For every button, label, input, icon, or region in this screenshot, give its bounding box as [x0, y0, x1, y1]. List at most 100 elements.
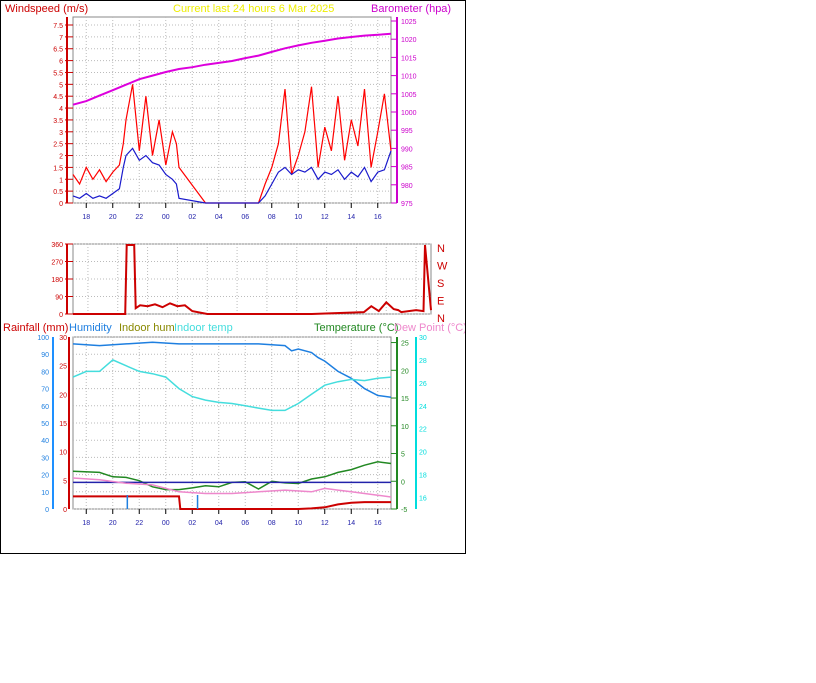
direction-tick-label: 0 — [59, 312, 63, 319]
temperature-tick-label: -5 — [401, 507, 407, 514]
windspeed-tick-label: 2 — [59, 154, 63, 161]
windspeed-tick-label: 2.5 — [53, 142, 63, 149]
weather-graph-panel: Windspeed (m/s) Current last 24 hours 6 … — [0, 0, 467, 554]
temperature-tick-label: 5 — [401, 452, 405, 459]
legend-dew-point: Dew Point (°C) — [394, 322, 465, 334]
indoor-temp-tick-label: 18 — [419, 473, 427, 480]
time-tick-label: 16 — [374, 214, 382, 221]
chart-title: Current last 24 hours 6 Mar 2025 — [173, 3, 334, 15]
barometer-tick-label: 1025 — [401, 19, 417, 26]
time-tick-label: 04 — [215, 520, 223, 527]
humidity-tick-label: 80 — [41, 369, 49, 376]
humidity-tick-label: 100 — [37, 335, 49, 342]
time-tick-label: 00 — [162, 520, 170, 527]
barometer-axis-title: Barometer (hpa) — [371, 3, 451, 15]
direction-tick-label: 270 — [51, 260, 63, 267]
time-tick-label: 10 — [294, 214, 302, 221]
indoor-temp-tick-label: 22 — [419, 427, 427, 434]
temperature-tick-label: 0 — [401, 479, 405, 486]
series-temperature-line — [72, 461, 392, 491]
indoor-temp-tick-label: 20 — [419, 450, 427, 457]
time-tick-label: 20 — [109, 214, 117, 221]
legend-indoor-temp: Indoor temp — [174, 322, 233, 334]
series-indoor-temp-line — [72, 359, 392, 412]
rainfall-tick-label: 10 — [59, 450, 67, 457]
time-tick-label: 22 — [135, 520, 143, 527]
rainfall-tick-label: 15 — [59, 421, 67, 428]
indoor-temp-tick-label: 28 — [419, 358, 427, 365]
windspeed-tick-label: 0 — [59, 201, 63, 208]
time-tick-label: 12 — [321, 520, 329, 527]
humidity-tick-label: 50 — [41, 421, 49, 428]
rainfall-tick-label: 25 — [59, 364, 67, 371]
temperature-tick-label: 15 — [401, 396, 409, 403]
windspeed-tick-label: 0.5 — [53, 189, 63, 196]
time-tick-label: 06 — [241, 520, 249, 527]
temperature-tick-label: 10 — [401, 424, 409, 431]
temperature-tick-label: 25 — [401, 341, 409, 348]
windspeed-tick-label: 4.5 — [53, 94, 63, 101]
barometer-tick-label: 1000 — [401, 110, 417, 117]
series-indoor-hum-line — [72, 477, 392, 498]
series-rainfall-line — [73, 495, 391, 510]
indoor-temp-tick-label: 26 — [419, 381, 427, 388]
series-pressure-line — [72, 32, 392, 106]
humidity-tick-label: 20 — [41, 473, 49, 480]
barometer-tick-label: 990 — [401, 146, 413, 153]
windspeed-tick-label: 1.5 — [53, 165, 63, 172]
compass-label: E — [437, 296, 444, 308]
windspeed-tick-label: 6.5 — [53, 47, 63, 54]
windspeed-tick-label: 4 — [59, 106, 63, 113]
time-tick-label: 20 — [109, 520, 117, 527]
barometer-tick-label: 985 — [401, 165, 413, 172]
legend-rainfall: Rainfall (mm) — [3, 322, 68, 334]
time-tick-label: 02 — [188, 214, 196, 221]
temperature-tick-label: 20 — [401, 368, 409, 375]
humidity-tick-label: 10 — [41, 490, 49, 497]
time-tick-label: 14 — [347, 520, 355, 527]
humidity-tick-label: 40 — [41, 438, 49, 445]
indoor-temp-tick-label: 30 — [419, 335, 427, 342]
time-tick-label: 02 — [188, 520, 196, 527]
series-direction-line — [73, 244, 432, 315]
barometer-tick-label: 1005 — [401, 92, 417, 99]
indoor-temp-tick-label: 24 — [419, 404, 427, 411]
windspeed-tick-label: 3.5 — [53, 118, 63, 125]
windspeed-tick-label: 7.5 — [53, 23, 63, 30]
barometer-tick-label: 1020 — [401, 37, 417, 44]
windspeed-tick-label: 5.5 — [53, 70, 63, 77]
direction-tick-label: 360 — [51, 242, 63, 249]
time-tick-label: 00 — [162, 214, 170, 221]
windspeed-tick-label: 7 — [59, 35, 63, 42]
indoor-temp-tick-label: 16 — [419, 496, 427, 503]
time-tick-label: 16 — [374, 520, 382, 527]
barometer-tick-label: 975 — [401, 201, 413, 208]
rainfall-tick-label: 20 — [59, 392, 67, 399]
humidity-tick-label: 70 — [41, 387, 49, 394]
time-tick-label: 10 — [294, 520, 302, 527]
direction-tick-label: 180 — [51, 277, 63, 284]
direction-tick-label: 90 — [55, 295, 63, 302]
compass-label: N — [437, 243, 445, 255]
compass-label: W — [437, 261, 448, 273]
windspeed-tick-label: 1 — [59, 177, 63, 184]
weather-graph: Windspeed (m/s) Current last 24 hours 6 … — [3, 3, 467, 527]
wind-pressure-plot-area — [72, 16, 392, 204]
humidity-tick-label: 30 — [41, 455, 49, 462]
rainfall-tick-label: 5 — [63, 478, 67, 485]
windspeed-tick-label: 5 — [59, 82, 63, 89]
humidity-tick-label: 0 — [45, 507, 49, 514]
barometer-tick-label: 980 — [401, 183, 413, 190]
time-tick-label: 04 — [215, 214, 223, 221]
barometer-tick-label: 995 — [401, 128, 413, 135]
compass-label: S — [437, 278, 444, 290]
legend-temperature: Temperature (°C) — [314, 322, 398, 334]
time-tick-label: 08 — [268, 214, 276, 221]
time-tick-label: 12 — [321, 214, 329, 221]
time-tick-label: 18 — [82, 214, 90, 221]
barometer-tick-label: 1010 — [401, 74, 417, 81]
time-tick-label: 08 — [268, 520, 276, 527]
humidity-tick-label: 60 — [41, 404, 49, 411]
time-tick-label: 06 — [241, 214, 249, 221]
legend-indoor-hum: Indoor hum — [119, 322, 175, 334]
